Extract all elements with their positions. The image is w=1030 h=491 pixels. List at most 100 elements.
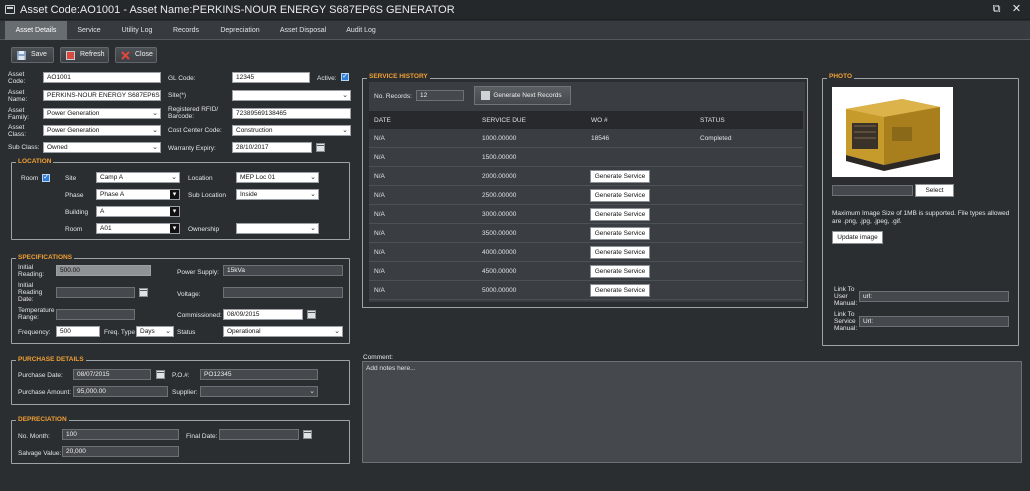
update-image-button[interactable]: Update image bbox=[832, 231, 883, 244]
site-select[interactable]: ⌄ bbox=[232, 90, 351, 101]
initial-reading-date-field[interactable] bbox=[56, 287, 135, 298]
row-service-due: 3500.00000 bbox=[482, 230, 517, 237]
commissioned-label: Commissioned: bbox=[177, 312, 222, 319]
sub-location-select[interactable]: Inside ⌄ bbox=[236, 189, 319, 200]
tab-service[interactable]: Service bbox=[67, 21, 111, 40]
close-button[interactable]: Close bbox=[115, 47, 157, 63]
calendar-icon[interactable] bbox=[307, 310, 316, 319]
voltage-field[interactable] bbox=[223, 287, 343, 298]
sub-location-label: Sub Location bbox=[188, 192, 226, 199]
chevron-down-icon: ⌄ bbox=[152, 144, 158, 151]
generate-service-button[interactable]: Generate Service bbox=[590, 265, 650, 278]
asset-code-field[interactable]: AO1001 bbox=[43, 72, 161, 83]
row-date: N/A bbox=[374, 287, 385, 294]
room-value: A01 bbox=[100, 225, 112, 232]
gl-code-field[interactable]: 12345 bbox=[232, 72, 310, 83]
no-month-label: No. Month: bbox=[18, 433, 50, 440]
purchase-panel bbox=[11, 360, 350, 405]
po-field[interactable]: PO12345 bbox=[200, 369, 318, 380]
freq-type-select[interactable]: Days ⌄ bbox=[136, 326, 174, 337]
calendar-icon[interactable] bbox=[316, 143, 325, 152]
calendar-icon[interactable] bbox=[303, 430, 312, 439]
salvage-value-field[interactable]: 20,000 bbox=[62, 446, 179, 457]
select-photo-button[interactable]: Select bbox=[915, 184, 954, 197]
generate-service-button[interactable]: Generate Service bbox=[590, 170, 650, 183]
active-label: Active: bbox=[317, 75, 337, 82]
frequency-field[interactable]: 500 bbox=[56, 326, 100, 337]
loc-site-value: Camp A bbox=[100, 174, 124, 181]
purchase-legend: PURCHASE DETAILS bbox=[16, 356, 86, 363]
photo-file-field[interactable] bbox=[832, 185, 913, 196]
comment-textarea[interactable]: Add notes here... bbox=[362, 361, 1022, 463]
active-checkbox[interactable]: ✓ bbox=[341, 73, 349, 81]
temperature-range-field[interactable] bbox=[56, 309, 135, 320]
power-supply-field[interactable]: 15kVa bbox=[223, 265, 343, 276]
row-date: N/A bbox=[374, 173, 385, 180]
supplier-label: Supplier: bbox=[172, 389, 198, 396]
freq-type-label: Freq. Type bbox=[104, 329, 135, 336]
restore-icon[interactable]: ⧉ bbox=[990, 3, 1003, 16]
service-table-row: N/A 4500.00000 Generate Service bbox=[369, 262, 803, 281]
room-checkbox[interactable]: ✓ bbox=[42, 174, 50, 182]
tab-asset-disposal[interactable]: Asset Disposal bbox=[271, 21, 335, 40]
room-label: Room bbox=[21, 175, 39, 182]
close-window-icon[interactable]: ✕ bbox=[1010, 3, 1023, 16]
tab-utility-log[interactable]: Utility Log bbox=[111, 21, 163, 40]
sub-class-select[interactable]: Owned ⌄ bbox=[43, 142, 161, 153]
tab-asset-details[interactable]: Asset Details bbox=[5, 21, 67, 40]
purchase-amount-field[interactable]: 95,000.00 bbox=[73, 386, 168, 397]
tab-depreciation[interactable]: Depreciation bbox=[209, 21, 271, 40]
asset-class-select[interactable]: Power Generation ⌄ bbox=[43, 125, 161, 136]
service-table-row: N/A 2000.00000 Generate Service bbox=[369, 167, 803, 186]
loc-site-select[interactable]: Camp A ⌄ bbox=[96, 172, 180, 183]
service-manual-field[interactable]: Url: bbox=[859, 316, 1009, 327]
generate-service-button[interactable]: Generate Service bbox=[590, 227, 650, 240]
user-manual-field[interactable]: url: bbox=[859, 291, 1009, 302]
cost-center-select[interactable]: Construction ⌄ bbox=[232, 125, 351, 136]
window-icon bbox=[5, 5, 15, 14]
generate-next-records-label: Generate Next Records bbox=[493, 92, 562, 99]
location-legend: LOCATION bbox=[16, 158, 54, 165]
depreciation-panel bbox=[11, 420, 350, 464]
row-service-due: 1000.00000 bbox=[482, 135, 517, 142]
refresh-button[interactable]: Refresh bbox=[60, 47, 109, 63]
ownership-select[interactable]: ⌄ bbox=[236, 223, 319, 234]
row-date: N/A bbox=[374, 230, 385, 237]
supplier-select[interactable]: ⌄ bbox=[200, 386, 318, 397]
tab-records[interactable]: Records bbox=[163, 21, 209, 40]
asset-family-select[interactable]: Power Generation ⌄ bbox=[43, 108, 161, 119]
row-service-due: 2500.00000 bbox=[482, 192, 517, 199]
service-table-row: N/A 1000.00000 18546 Completed bbox=[369, 129, 803, 148]
phase-select[interactable]: Phase A ▾ bbox=[96, 189, 180, 200]
window-title: Asset Code:AO1001 - Asset Name:PERKINS-N… bbox=[20, 4, 455, 16]
initial-reading-field[interactable]: 500.00 bbox=[56, 265, 151, 276]
warranty-field[interactable]: 28/10/2017 bbox=[232, 142, 312, 153]
generate-next-records-button[interactable]: Generate Next Records bbox=[474, 86, 571, 105]
photo-size-note: Maximum Image Size of 1MB is supported. … bbox=[832, 210, 1010, 225]
save-button[interactable]: Save bbox=[11, 47, 54, 63]
building-select[interactable]: A ▾ bbox=[96, 206, 180, 217]
rfid-field[interactable]: 72389569138465 bbox=[232, 108, 351, 119]
depreciation-legend: DEPRECIATION bbox=[16, 416, 69, 423]
generate-service-button[interactable]: Generate Service bbox=[590, 246, 650, 259]
generate-service-button[interactable]: Generate Service bbox=[590, 189, 650, 202]
purchase-date-field[interactable]: 08/07/2015 bbox=[73, 369, 151, 380]
commissioned-field[interactable]: 08/09/2015 bbox=[223, 309, 303, 320]
calendar-icon[interactable] bbox=[156, 370, 165, 379]
no-records-field[interactable]: 12 bbox=[416, 90, 464, 101]
chevron-down-icon: ⌄ bbox=[342, 92, 348, 99]
location-select[interactable]: MEP Loc 01 ⌄ bbox=[236, 172, 319, 183]
service-table-row: N/A 1500.00000 bbox=[369, 148, 803, 167]
chevron-down-icon: ⌄ bbox=[342, 127, 348, 134]
no-month-field[interactable]: 100 bbox=[62, 429, 179, 440]
comment-placeholder: Add notes here... bbox=[366, 365, 416, 372]
generate-service-button[interactable]: Generate Service bbox=[590, 208, 650, 221]
calendar-icon[interactable] bbox=[139, 288, 148, 297]
generate-service-button[interactable]: Generate Service bbox=[590, 284, 650, 297]
asset-name-field[interactable]: PERKINS-NOUR ENERGY S687EP6S G bbox=[43, 90, 161, 101]
room-select[interactable]: A01 ▾ bbox=[96, 223, 180, 234]
tab-audit-log[interactable]: Audit Log bbox=[335, 21, 387, 40]
status-select[interactable]: Operational ⌄ bbox=[223, 326, 343, 337]
photo-legend: PHOTO bbox=[827, 73, 854, 80]
final-date-field[interactable] bbox=[219, 429, 299, 440]
